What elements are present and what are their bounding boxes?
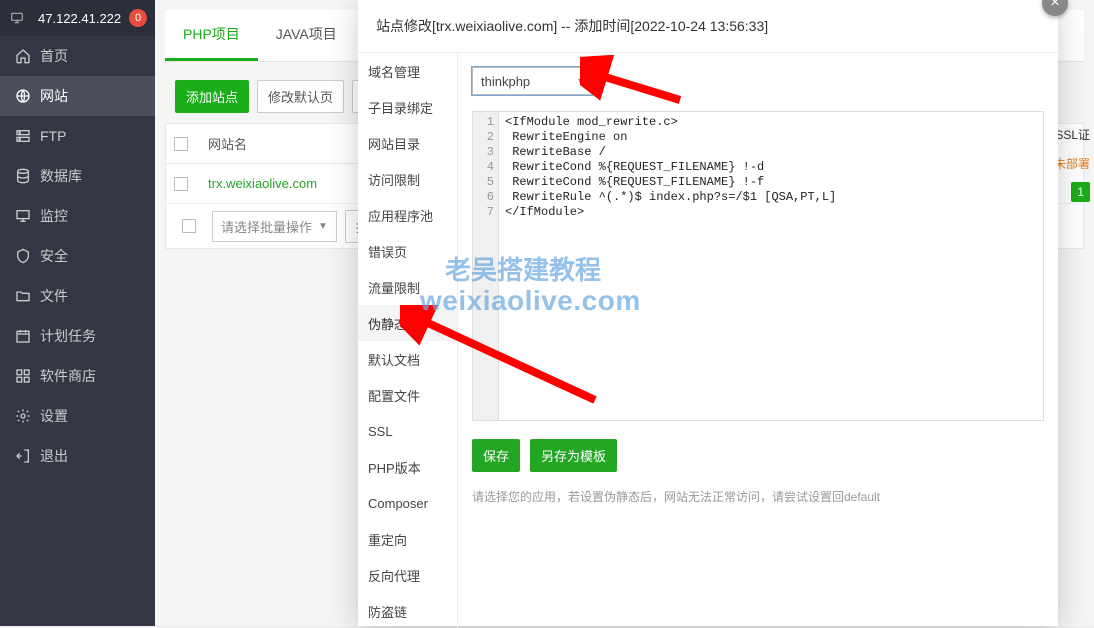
page-number[interactable]: 1 bbox=[1071, 182, 1090, 202]
notification-badge[interactable]: 0 bbox=[129, 9, 147, 27]
modal-side-item[interactable]: 伪静态 bbox=[358, 305, 457, 341]
sidebar-header: 47.122.41.222 0 bbox=[0, 0, 155, 36]
edit-default-button[interactable]: 修改默认页 bbox=[257, 80, 344, 113]
checkbox-footer[interactable] bbox=[182, 219, 196, 233]
checkbox-row[interactable] bbox=[174, 177, 188, 191]
add-site-button[interactable]: 添加站点 bbox=[175, 80, 249, 113]
modal-title: 站点修改[trx.weixiaolive.com] -- 添加时间[2022-1… bbox=[358, 0, 1058, 52]
modal-side-item[interactable]: PHP版本 bbox=[358, 449, 457, 485]
tab-JAVA项目[interactable]: JAVA项目 bbox=[258, 10, 355, 61]
modal-side-item[interactable]: 域名管理 bbox=[358, 53, 457, 89]
chevron-down-icon: ▼ bbox=[318, 221, 328, 232]
modal-side-item[interactable]: 反向代理 bbox=[358, 557, 457, 593]
sidebar-item-label: 安全 bbox=[40, 246, 68, 266]
sidebar-item-label: 数据库 bbox=[40, 166, 82, 186]
save-button[interactable]: 保存 bbox=[472, 439, 520, 472]
sidebar-item-label: 网站 bbox=[40, 86, 68, 106]
calendar-icon bbox=[14, 327, 32, 345]
modal-side-item[interactable]: 默认文档 bbox=[358, 341, 457, 377]
modal-side-item[interactable]: 错误页 bbox=[358, 233, 457, 269]
sidebar-item-home[interactable]: 首页 bbox=[0, 36, 155, 76]
code-editor[interactable]: 1 2 3 4 5 6 7 <IfModule mod_rewrite.c> R… bbox=[472, 111, 1044, 421]
modal-side-item[interactable]: 流量限制 bbox=[358, 269, 457, 305]
folder-icon bbox=[14, 287, 32, 305]
globe-icon bbox=[14, 87, 32, 105]
sidebar-item-label: 文件 bbox=[40, 286, 68, 306]
server-ip: 47.122.41.222 bbox=[38, 11, 121, 26]
sidebar-item-shield[interactable]: 安全 bbox=[0, 236, 155, 276]
line-gutter: 1 2 3 4 5 6 7 bbox=[473, 112, 499, 420]
exit-icon bbox=[14, 447, 32, 465]
sidebar-item-label: 软件商店 bbox=[40, 366, 96, 386]
modal-side-item[interactable]: 防盗链 bbox=[358, 593, 457, 628]
col-sitename[interactable]: 网站名 bbox=[196, 134, 259, 153]
sidebar-item-label: 设置 bbox=[40, 406, 68, 426]
modal-side-item[interactable]: SSL bbox=[358, 413, 457, 449]
sidebar-item-gear[interactable]: 设置 bbox=[0, 396, 155, 436]
site-modify-modal: × 站点修改[trx.weixiaolive.com] -- 添加时间[2022… bbox=[358, 0, 1058, 626]
shield-icon bbox=[14, 247, 32, 265]
tab-PHP项目[interactable]: PHP项目 bbox=[165, 10, 258, 61]
db-icon bbox=[14, 167, 32, 185]
checkbox-all[interactable] bbox=[174, 137, 188, 151]
modal-side-item[interactable]: Composer bbox=[358, 485, 457, 521]
apps-icon bbox=[14, 367, 32, 385]
sidebar-item-label: 监控 bbox=[40, 206, 68, 226]
rewrite-template-select[interactable]: thinkphp ▾ bbox=[472, 67, 592, 95]
sidebar: 47.122.41.222 0 首页网站 FTP 数据库监控安全文件计划任务软件商店… bbox=[0, 0, 155, 626]
modal-side-item[interactable]: 配置文件 bbox=[358, 377, 457, 413]
sidebar-item-apps[interactable]: 软件商店 bbox=[0, 356, 155, 396]
site-name-link[interactable]: trx.weixiaolive.com bbox=[196, 176, 329, 191]
sidebar-item-label: 首页 bbox=[40, 46, 68, 66]
sidebar-item-label: 计划任务 bbox=[40, 326, 96, 346]
close-icon: × bbox=[1050, 0, 1059, 12]
sidebar-item-label: 退出 bbox=[40, 446, 68, 466]
chevron-down-icon: ▾ bbox=[578, 76, 583, 87]
modal-side-item[interactable]: 应用程序池 bbox=[358, 197, 457, 233]
code-text[interactable]: <IfModule mod_rewrite.c> RewriteEngine o… bbox=[499, 112, 1043, 420]
modal-side-item[interactable]: 子目录绑定 bbox=[358, 89, 457, 125]
sidebar-item-db[interactable]: 数据库 bbox=[0, 156, 155, 196]
home-icon bbox=[14, 47, 32, 65]
ftp-icon bbox=[14, 127, 32, 145]
dropdown-value: thinkphp bbox=[481, 74, 530, 89]
gear-icon bbox=[14, 407, 32, 425]
hint-text: 请选择您的应用，若设置伪静态后，网站无法正常访问，请尝试设置回default bbox=[472, 488, 1044, 505]
modal-side-item[interactable]: 重定向 bbox=[358, 521, 457, 557]
save-as-template-button[interactable]: 另存为模板 bbox=[530, 439, 617, 472]
monitor-icon bbox=[14, 207, 32, 225]
monitor-icon bbox=[8, 9, 26, 27]
modal-side-item[interactable]: 访问限制 bbox=[358, 161, 457, 197]
sidebar-item-folder[interactable]: 文件 bbox=[0, 276, 155, 316]
sidebar-item-globe[interactable]: 网站 bbox=[0, 76, 155, 116]
sidebar-item-calendar[interactable]: 计划任务 bbox=[0, 316, 155, 356]
modal-side-item[interactable]: 网站目录 bbox=[358, 125, 457, 161]
bulk-select[interactable]: 请选择批量操作 ▼ bbox=[212, 211, 337, 242]
sidebar-item-exit[interactable]: 退出 bbox=[0, 436, 155, 476]
sidebar-item-ftp[interactable]: FTP bbox=[0, 116, 155, 156]
bulk-select-label: 请选择批量操作 bbox=[221, 217, 312, 236]
modal-content: thinkphp ▾ 1 2 3 4 5 6 7 <IfModule mod_r… bbox=[458, 53, 1058, 628]
sidebar-item-monitor[interactable]: 监控 bbox=[0, 196, 155, 236]
modal-sidebar: 域名管理子目录绑定网站目录访问限制应用程序池错误页流量限制伪静态默认文档配置文件… bbox=[358, 53, 458, 628]
sidebar-item-label: FTP bbox=[40, 128, 66, 144]
